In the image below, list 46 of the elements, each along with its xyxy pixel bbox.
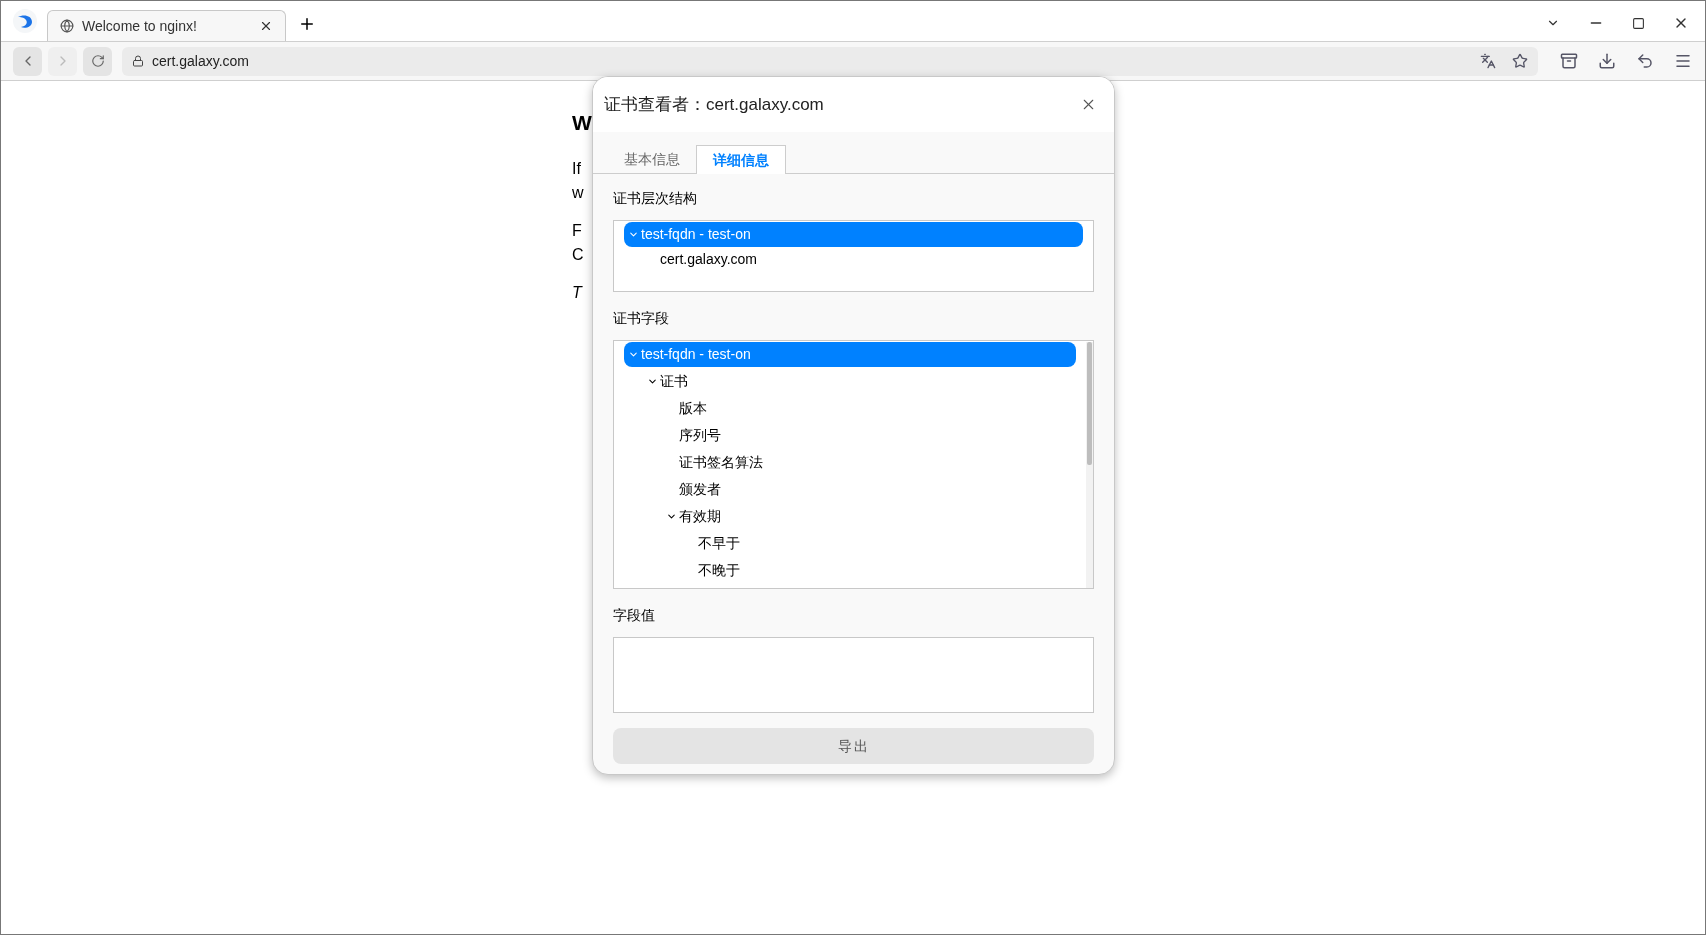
paragraph-text: If [572,159,581,179]
tree-item[interactable]: 证书 [624,369,1076,394]
browser-logo-icon[interactable] [13,9,37,33]
paragraph-text: T [572,283,582,303]
tree-item[interactable]: 序列号 [624,423,1076,448]
undo-icon[interactable] [1636,52,1654,70]
menu-icon[interactable] [1674,52,1692,70]
section-label: 证书层次结构 [613,189,697,208]
scrollbar[interactable] [1086,342,1093,588]
download-icon[interactable] [1598,52,1616,70]
chevron-icon [647,376,658,387]
chevron-icon [666,511,677,522]
browser-tab[interactable]: Welcome to nginx! [47,10,286,41]
archive-icon[interactable] [1560,52,1578,70]
section-label: 字段值 [613,606,655,625]
tree-item[interactable]: 颁发者 [624,477,1076,502]
tree-item[interactable]: test-fqdn - test-on [624,222,1083,247]
tab[interactable]: 详细信息 [696,145,786,174]
maximize-icon[interactable] [1632,16,1645,30]
reload-icon [90,54,105,68]
new-tab-icon[interactable] [298,15,316,33]
tree-item[interactable]: 证书签名算法 [624,450,1076,475]
paragraph-text: w [572,183,584,203]
paragraph-text: F [572,221,582,241]
paragraph-text: C [572,245,584,265]
star-icon[interactable] [1512,53,1528,69]
page-heading: W [572,110,592,136]
dialog-title: 证书查看者：cert.galaxy.com [604,93,825,116]
tree-item[interactable]: 有效期 [624,504,1076,529]
section-label: 证书字段 [613,309,669,328]
tree-item[interactable]: 不晚于 [624,558,1076,583]
reload-button[interactable] [83,46,112,76]
lock-icon [132,55,144,67]
export-button[interactable]: 导出 [613,728,1094,764]
address-bar[interactable]: cert.galaxy.com [122,46,1538,76]
tree-item[interactable]: test-fqdn - test-on [624,342,1076,367]
chevron-icon [628,229,639,240]
tree-item[interactable]: 不早于 [624,531,1076,556]
tree-item[interactable]: 版本 [624,396,1076,421]
tree-item[interactable]: cert.galaxy.com [624,247,1083,272]
globe-icon [60,19,74,33]
tab[interactable]: 基本信息 [608,145,696,174]
close-icon[interactable] [259,19,273,33]
field-value-box[interactable] [613,637,1094,713]
translate-icon[interactable] [1480,53,1496,69]
chevron-icon [628,349,639,360]
